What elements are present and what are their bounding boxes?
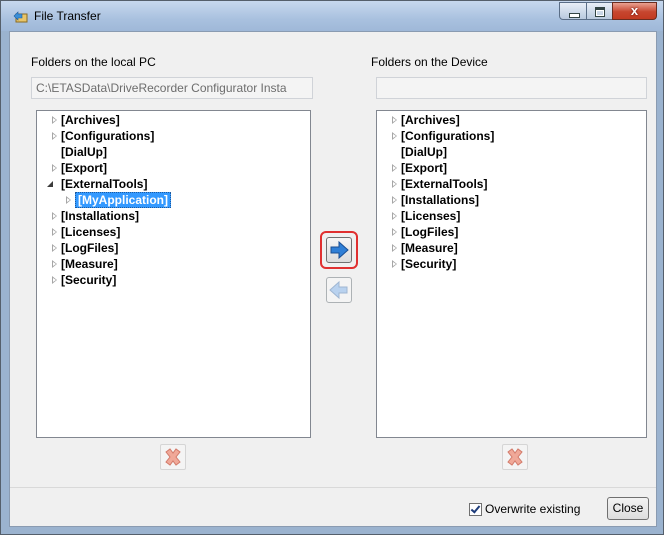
tree-item-label: [Configurations] <box>401 129 495 143</box>
collapsed-arrow-icon[interactable] <box>392 228 398 236</box>
overwrite-existing-option[interactable]: Overwrite existing <box>469 502 580 516</box>
tree-item-label: [Licenses] <box>61 225 121 239</box>
tree-item-label: [Archives] <box>401 113 460 127</box>
collapsed-arrow-icon[interactable] <box>52 116 58 124</box>
tree-item-label: [Export] <box>61 161 107 175</box>
transfer-to-pc-button[interactable] <box>326 277 352 303</box>
dialog-client-area: Folders on the local PC C:\ETASData\Driv… <box>9 31 657 527</box>
tree-item-label: [DialUp] <box>401 145 447 159</box>
tree-item-label: [Installations] <box>61 209 140 223</box>
expanded-arrow-icon[interactable] <box>47 181 53 187</box>
tree-item-label: [LogFiles] <box>401 225 459 239</box>
minimize-button[interactable] <box>559 2 587 20</box>
file-transfer-window: File Transfer x Folders on the local PC … <box>0 0 664 535</box>
caption-buttons: x <box>559 2 657 21</box>
tree-item-label: [Security] <box>61 273 117 287</box>
delete-local-button[interactable] <box>160 444 186 470</box>
tree-item-label: [Measure] <box>61 257 118 271</box>
collapsed-arrow-icon[interactable] <box>52 164 58 172</box>
maximize-button[interactable] <box>586 2 613 20</box>
tree-item-label: [Licenses] <box>401 209 461 223</box>
collapsed-arrow-icon[interactable] <box>52 228 58 236</box>
title-bar[interactable]: File Transfer x <box>1 1 663 31</box>
collapsed-arrow-icon[interactable] <box>392 260 398 268</box>
tree-item-label: [Export] <box>401 161 447 175</box>
tree-item-label: [Configurations] <box>61 129 155 143</box>
local-path-field[interactable]: C:\ETASData\DriveRecorder Configurator I… <box>31 77 313 99</box>
delete-x-icon <box>507 448 523 466</box>
close-icon: x <box>630 3 639 18</box>
overwrite-label: Overwrite existing <box>485 502 581 516</box>
arrow-left-icon <box>329 280 348 300</box>
footer-separator <box>10 487 656 488</box>
collapsed-arrow-icon[interactable] <box>392 244 398 252</box>
close-button[interactable]: Close <box>607 497 649 520</box>
window-title: File Transfer <box>34 9 101 23</box>
tree-item-label: [LogFiles] <box>61 241 119 255</box>
local-folder-tree[interactable]: [Archives] [Configurations] [DialUp] [Expor… <box>36 110 311 438</box>
local-folders-label: Folders on the local PC <box>31 55 156 69</box>
tree-item-label: [Archives] <box>61 113 120 127</box>
tree-item-label: [Installations] <box>401 193 480 207</box>
collapsed-arrow-icon[interactable] <box>52 132 58 140</box>
collapsed-arrow-icon[interactable] <box>52 212 58 220</box>
tree-item-label: [ExternalTools] <box>401 177 488 191</box>
transfer-to-device-button[interactable] <box>326 237 352 263</box>
delete-x-icon <box>165 448 181 466</box>
collapsed-arrow-icon[interactable] <box>392 180 398 188</box>
collapsed-arrow-icon[interactable] <box>392 116 398 124</box>
delete-device-button[interactable] <box>502 444 528 470</box>
collapsed-arrow-icon[interactable] <box>392 212 398 220</box>
arrow-right-icon <box>330 240 349 260</box>
collapsed-arrow-icon[interactable] <box>392 132 398 140</box>
overwrite-checkbox[interactable] <box>469 502 482 516</box>
tree-item-label: [DialUp] <box>61 145 107 159</box>
device-folders-label: Folders on the Device <box>371 55 488 69</box>
tree-item-label: [MyApplication] <box>75 192 171 208</box>
device-path-field[interactable] <box>376 77 647 99</box>
tree-item-label: [ExternalTools] <box>61 177 148 191</box>
tree-item-label: [Security] <box>401 257 457 271</box>
collapsed-arrow-icon[interactable] <box>392 196 398 204</box>
collapsed-arrow-icon[interactable] <box>52 260 58 268</box>
collapsed-arrow-icon[interactable] <box>52 244 58 252</box>
tree-item-label: [Measure] <box>401 241 458 255</box>
file-transfer-icon <box>13 11 28 23</box>
collapsed-arrow-icon[interactable] <box>392 164 398 172</box>
device-folder-tree[interactable]: [Archives] [Configurations] [DialUp] [Expor… <box>376 110 647 438</box>
close-window-button[interactable]: x <box>612 2 657 20</box>
collapsed-arrow-icon[interactable] <box>52 276 58 284</box>
collapsed-arrow-icon[interactable] <box>66 196 72 204</box>
